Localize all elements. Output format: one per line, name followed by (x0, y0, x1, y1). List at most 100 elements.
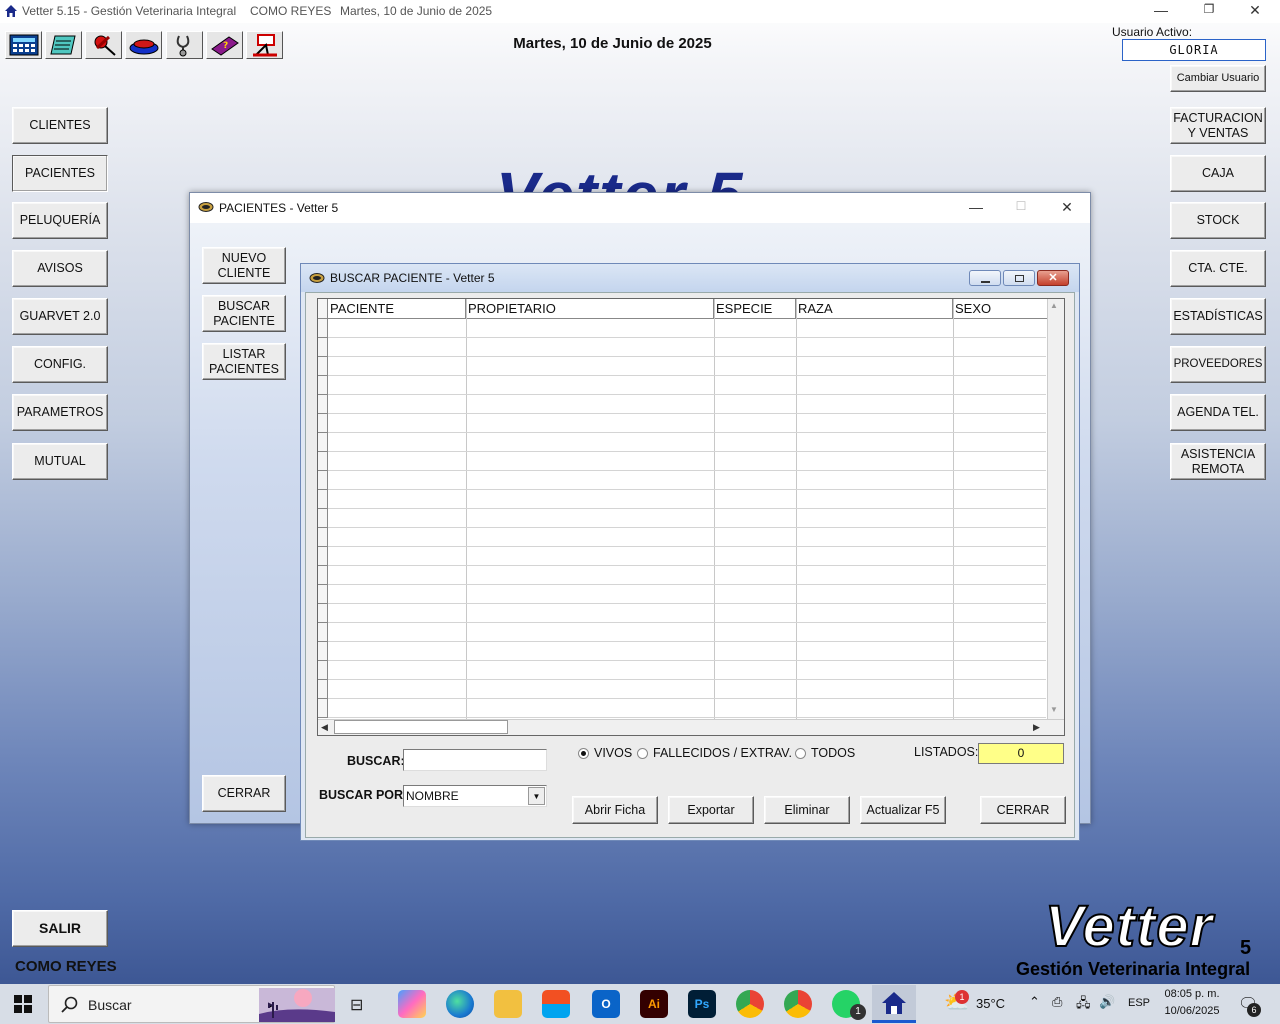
pacientes-maximize-button[interactable]: ☐ (1006, 199, 1036, 217)
calculator-button[interactable] (5, 31, 42, 59)
config-button[interactable]: CONFIG. (12, 346, 108, 383)
scroll-up-arrow-icon[interactable]: ▲ (1050, 301, 1058, 310)
table-row[interactable] (328, 660, 1046, 661)
table-row[interactable] (328, 470, 1046, 471)
table-row[interactable] (328, 413, 1046, 414)
close-button[interactable]: ✕ (1240, 2, 1270, 20)
pushpin-button[interactable] (85, 31, 122, 59)
radio-vivos-indicator[interactable] (578, 747, 589, 759)
facturacion-button[interactable]: FACTURACION Y VENTAS (1170, 107, 1266, 144)
buscar-paciente-button[interactable]: BUSCAR PACIENTE (202, 295, 286, 332)
table-row[interactable] (328, 508, 1046, 509)
row-indicator[interactable] (318, 528, 328, 547)
table-row[interactable] (328, 641, 1046, 642)
change-user-button[interactable]: Cambiar Usuario (1170, 65, 1266, 92)
pacientes-minimize-button[interactable]: — (961, 199, 991, 217)
listar-pacientes-button[interactable]: LISTAR PACIENTES (202, 343, 286, 380)
radio-fallecidos-indicator[interactable] (637, 747, 648, 759)
radio-todos-indicator[interactable] (795, 747, 806, 759)
row-indicator[interactable] (318, 566, 328, 585)
table-row[interactable] (328, 603, 1046, 604)
agenda-button[interactable]: AGENDA TEL. (1170, 394, 1266, 431)
row-indicator[interactable] (318, 471, 328, 490)
scroll-right-arrow-icon[interactable]: ▶ (1033, 722, 1040, 733)
row-indicator[interactable] (318, 547, 328, 566)
buscar-input[interactable] (403, 749, 547, 771)
table-row[interactable] (328, 584, 1046, 585)
row-indicator[interactable] (318, 452, 328, 471)
buscar-cerrar-button[interactable]: CERRAR (980, 796, 1066, 824)
table-row[interactable] (328, 527, 1046, 528)
table-row[interactable] (328, 356, 1046, 357)
peluqueria-button[interactable]: PELUQUERÍA (12, 202, 108, 239)
windows-start-button[interactable] (13, 994, 33, 1017)
nuevo-cliente-button[interactable]: NUEVO CLIENTE (202, 247, 286, 284)
scroll-left-arrow-icon[interactable]: ◀ (321, 722, 328, 733)
taskbar-search-box[interactable]: Buscar (48, 985, 335, 1023)
row-indicator[interactable] (318, 680, 328, 699)
notepad-button[interactable] (45, 31, 82, 59)
table-row[interactable] (328, 565, 1046, 566)
row-indicator[interactable] (318, 661, 328, 680)
radio-vivos[interactable]: VIVOS (578, 746, 632, 760)
row-indicator[interactable] (318, 414, 328, 433)
illustrator-icon[interactable]: Ai (640, 990, 668, 1018)
avisos-button[interactable]: AVISOS (12, 250, 108, 287)
proveedores-button[interactable]: PROVEEDORES (1170, 346, 1266, 383)
column-header-especie[interactable]: ESPECIE (714, 299, 796, 319)
language-indicator[interactable]: ESP (1128, 997, 1150, 1009)
copilot-icon[interactable] (398, 990, 426, 1018)
chevron-down-icon[interactable]: ▼ (528, 787, 545, 805)
microsoft-store-icon[interactable] (542, 990, 570, 1018)
buscar-restore-button[interactable] (1003, 270, 1035, 286)
table-row[interactable] (328, 717, 1046, 718)
buscar-minimize-button[interactable] (969, 270, 1001, 286)
row-indicator[interactable] (318, 585, 328, 604)
table-row[interactable] (328, 698, 1046, 699)
volume-icon[interactable]: 🔊 (1099, 994, 1115, 1010)
asistencia-remota-button[interactable]: ASISTENCIA REMOTA (1170, 443, 1266, 480)
exportar-button[interactable]: Exportar (668, 796, 754, 824)
pacientes-cerrar-button[interactable]: CERRAR (202, 775, 286, 812)
onedrive-icon[interactable]: ⎙ (1052, 994, 1062, 1010)
pacientes-close-button[interactable]: ✕ (1052, 199, 1082, 217)
scroll-down-arrow-icon[interactable]: ▼ (1050, 705, 1058, 714)
vetter-taskbar-button[interactable] (872, 985, 916, 1023)
estadisticas-button[interactable]: ESTADÍSTICAS (1170, 298, 1266, 335)
salir-button[interactable]: SALIR (12, 910, 108, 947)
row-indicator[interactable] (318, 433, 328, 452)
photoshop-icon[interactable]: Ps (688, 990, 716, 1018)
vertical-scrollbar[interactable]: ▲ ▼ (1047, 299, 1064, 719)
actualizar-button[interactable]: Actualizar F5 (860, 796, 946, 824)
help-book-button[interactable]: ? (206, 31, 243, 59)
restore-button[interactable]: ❐ (1194, 2, 1224, 20)
table-row[interactable] (328, 432, 1046, 433)
patients-table[interactable]: PACIENTE PROPIETARIO ESPECIE RAZA SEXO ▲ (317, 298, 1065, 736)
buscar-close-button[interactable]: ✕ (1037, 270, 1069, 286)
pet-bowl-button[interactable] (125, 31, 162, 59)
parametros-button[interactable]: PARAMETROS (12, 394, 108, 431)
table-row[interactable] (328, 375, 1046, 376)
clientes-button[interactable]: CLIENTES (12, 107, 108, 144)
radio-todos[interactable]: TODOS (795, 746, 855, 760)
table-row[interactable] (328, 622, 1046, 623)
row-indicator[interactable] (318, 642, 328, 661)
mutual-button[interactable]: MUTUAL (12, 443, 108, 480)
chrome-profile-icon[interactable] (784, 990, 812, 1018)
table-row[interactable] (328, 394, 1046, 395)
column-header-paciente[interactable]: PACIENTE (328, 299, 466, 319)
guarvet-button[interactable]: GUARVET 2.0 (12, 298, 108, 335)
row-indicator[interactable] (318, 395, 328, 414)
table-row[interactable] (328, 337, 1046, 338)
column-header-propietario[interactable]: PROPIETARIO (466, 299, 714, 319)
pacientes-button[interactable]: PACIENTES (12, 155, 108, 192)
file-explorer-icon[interactable] (494, 990, 522, 1018)
horizontal-scrollbar[interactable]: ◀ ▶ (318, 719, 1064, 735)
radio-fallecidos[interactable]: FALLECIDOS / EXTRAV. (637, 746, 792, 760)
clock-time[interactable]: 08:05 p. m. (1160, 988, 1224, 1000)
task-view-icon[interactable]: ⊟ (350, 995, 363, 1015)
caja-button[interactable]: CAJA (1170, 155, 1266, 192)
buscar-por-select[interactable]: NOMBRE ▼ (403, 785, 547, 807)
table-row[interactable] (328, 489, 1046, 490)
row-indicator[interactable] (318, 376, 328, 395)
